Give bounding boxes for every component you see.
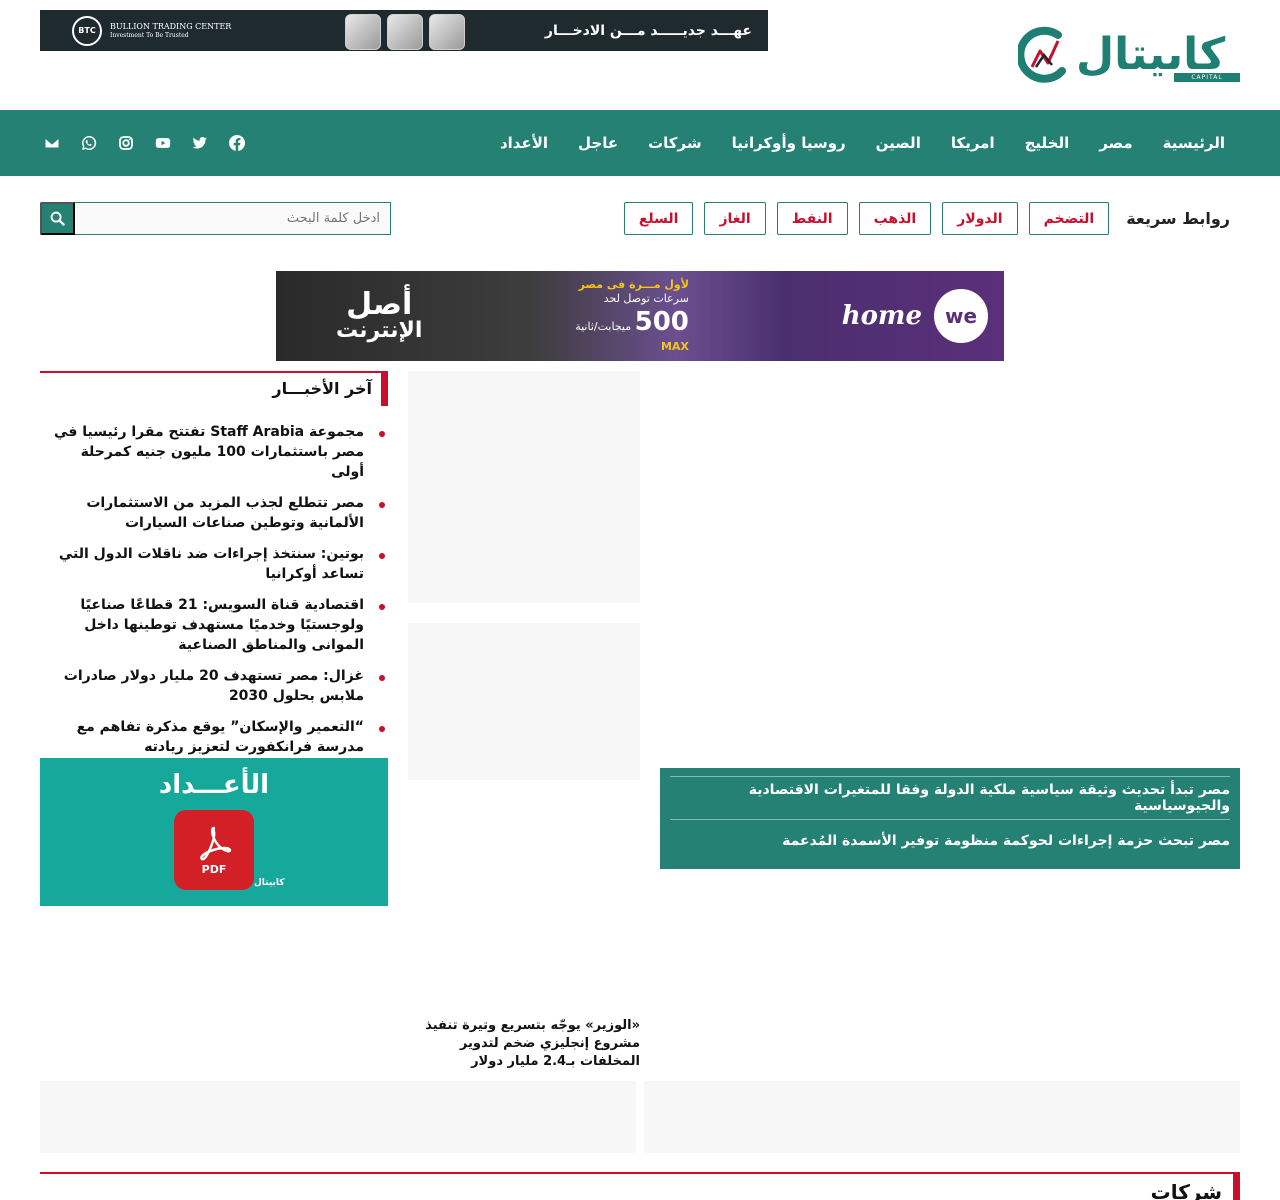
featured-news-item[interactable]: مصر تبحث حزمة إجراءات لحوكمة منظومة توفي…: [670, 819, 1230, 862]
image-placeholder[interactable]: [408, 371, 640, 603]
ad-brand: home we: [842, 289, 988, 343]
nav-item-home[interactable]: الرئيسية: [1148, 134, 1240, 152]
pdf-icon: PDF: [174, 810, 254, 890]
main-navbar: الرئيسية مصر الخليج امريكا الصين روسيا و…: [0, 110, 1280, 176]
news-item[interactable]: اقتصادية قناة السويس: 21 قطاعًا صناعيًا …: [40, 595, 388, 655]
image-placeholder[interactable]: [408, 623, 640, 780]
nav-item-egypt[interactable]: مصر: [1084, 134, 1147, 152]
issues-ad-logo: كابيتال: [254, 878, 285, 888]
logo-subtitle: CAPITAL: [1174, 73, 1240, 82]
quick-link-commodities[interactable]: السلع: [623, 202, 694, 235]
pdf-label: PDF: [201, 862, 227, 876]
banner-tagline: عهـــد جديـــــد مـــن الادخـــار: [544, 22, 752, 39]
coin-image: [387, 14, 423, 50]
section-title[interactable]: شركات: [1151, 1180, 1222, 1200]
top-ad-banner[interactable]: عهـــد جديـــــد مـــن الادخـــار BTC BU…: [40, 10, 768, 51]
search-icon: [50, 211, 65, 226]
nav-item-china[interactable]: الصين: [861, 134, 936, 152]
search-input[interactable]: [75, 202, 391, 235]
news-item[interactable]: مجموعة Staff Arabia تفتتح مقرا رئيسيا في…: [40, 422, 388, 482]
quick-link-dollar[interactable]: الدولار: [942, 202, 1018, 235]
coin-image: [345, 14, 381, 50]
search-bar: [40, 202, 391, 235]
acrobat-icon: [200, 826, 232, 860]
ad-placeholder[interactable]: [40, 1081, 636, 1153]
banner-company: BTC BULLION TRADING CENTER Investment To…: [72, 15, 232, 46]
latest-news: آخر الأخبـــار مجموعة Staff Arabia تفتتح…: [40, 371, 388, 768]
featured-news-box: مصر تبدأ تحديث وثيقة سياسية ملكية الدولة…: [660, 768, 1240, 869]
ad-product-name: home: [841, 301, 922, 331]
search-button[interactable]: [40, 202, 75, 235]
facebook-icon[interactable]: [225, 131, 249, 155]
site-logo[interactable]: كابيتال CAPITAL: [1018, 20, 1240, 90]
coin-image: [429, 14, 465, 50]
banner-company-text: BULLION TRADING CENTER Investment To Be …: [110, 22, 232, 39]
nav-item-russia-ukraine[interactable]: روسيا وأوكرانيا: [717, 134, 861, 152]
nav-item-issues[interactable]: الأعداد: [485, 134, 563, 152]
latest-news-title: آخر الأخبـــار: [272, 379, 372, 398]
logo-text: كابيتال: [1076, 29, 1226, 80]
news-caption[interactable]: «الوزير» يوجّه بتسريع وتيرة تنفيذ مشروع …: [408, 1017, 640, 1071]
ad-slogan: أصل الإنترنت: [336, 287, 423, 343]
btc-logo: BTC: [72, 15, 102, 46]
issues-ad-banner[interactable]: الأعـــداد PDF كابيتال: [40, 758, 388, 906]
quick-links: روابط سريعة التضخم الدولار الذهب النفط ا…: [623, 202, 1230, 235]
banner-coins: [345, 14, 465, 50]
instagram-icon[interactable]: [114, 131, 138, 155]
latest-news-header: آخر الأخبـــار: [40, 371, 388, 406]
twitter-icon[interactable]: [188, 131, 212, 155]
news-item[interactable]: “التعمير والإسكان” يوقع مذكرة تفاهم مع م…: [40, 717, 388, 757]
issues-ad-title: الأعـــداد: [158, 770, 270, 800]
nav-item-urgent[interactable]: عاجل: [563, 134, 633, 152]
section-header-companies: شركات: [40, 1172, 1240, 1200]
quick-link-gas[interactable]: الغاز: [704, 202, 766, 235]
featured-news-item[interactable]: مصر تبدأ تحديث وثيقة سياسية ملكية الدولة…: [670, 776, 1230, 819]
latest-news-list: مجموعة Staff Arabia تفتتح مقرا رئيسيا في…: [40, 422, 388, 757]
ad-speed-block: لأول مـــرة فى مصر سرعات توصل لحد 500 مي…: [575, 277, 689, 354]
ad-placeholder[interactable]: [644, 1081, 1240, 1153]
quick-links-title: روابط سريعة: [1126, 209, 1230, 228]
nav-item-america[interactable]: امريكا: [936, 134, 1010, 152]
mid-ad-banner[interactable]: home we لأول مـــرة فى مصر سرعات توصل لح…: [276, 271, 1004, 361]
nav-links: الرئيسية مصر الخليج امريكا الصين روسيا و…: [485, 110, 1240, 176]
youtube-icon[interactable]: [151, 131, 175, 155]
news-item[interactable]: بوتين: سنتخذ إجراءات ضد ناقلات الدول الت…: [40, 544, 388, 584]
quick-link-inflation[interactable]: التضخم: [1028, 202, 1110, 235]
nav-item-gulf[interactable]: الخليج: [1010, 134, 1085, 152]
quick-link-gold[interactable]: الذهب: [858, 202, 932, 235]
nav-item-companies[interactable]: شركات: [633, 134, 717, 152]
whatsapp-icon[interactable]: [77, 131, 101, 155]
news-item[interactable]: غزال: مصر تستهدف 20 مليار دولار صادرات م…: [40, 666, 388, 706]
quick-link-oil[interactable]: النفط: [776, 202, 848, 235]
logo-mark-icon: [1018, 26, 1066, 83]
email-icon[interactable]: [40, 131, 64, 155]
ad-brand-logo: we: [934, 289, 988, 343]
social-links: [40, 110, 249, 176]
news-item[interactable]: مصر تتطلع لجذب المزيد من الاستثمارات الأ…: [40, 493, 388, 533]
